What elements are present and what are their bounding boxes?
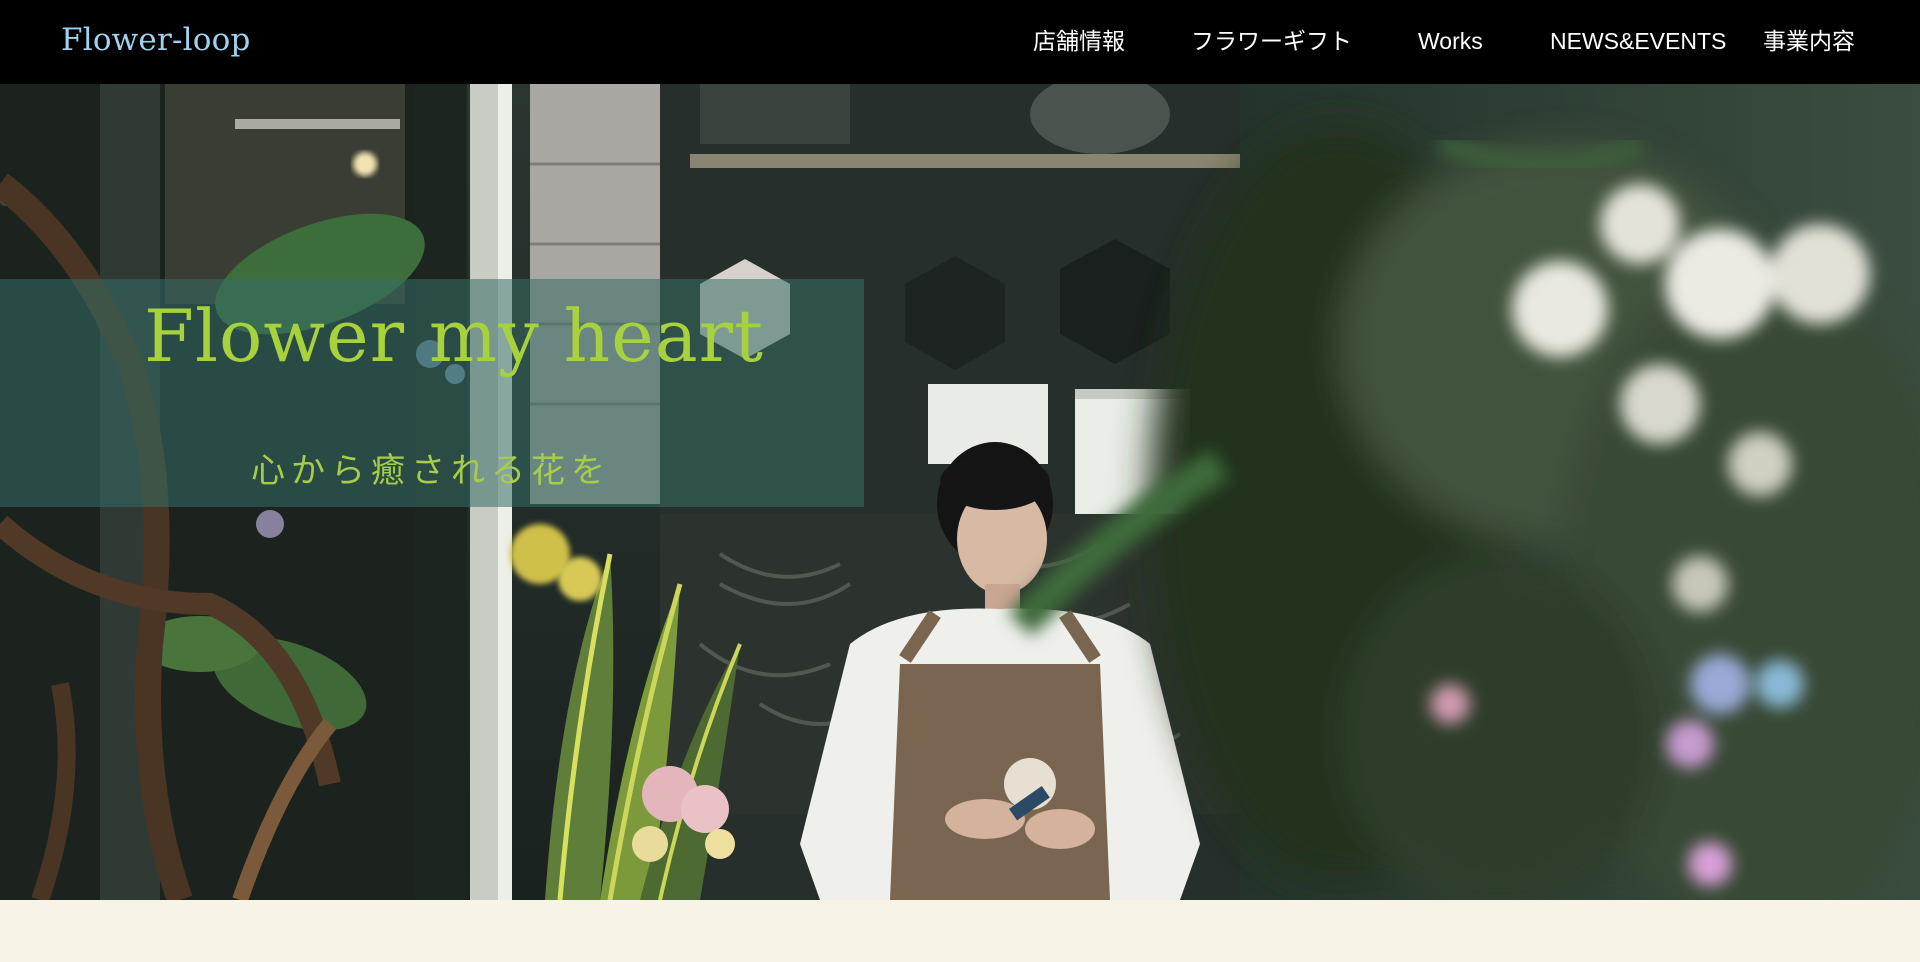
page: Flower-loop 店舗情報 フラワーギフト Works NEWS&EVEN… xyxy=(0,0,1920,962)
nav-item-flower-gift[interactable]: フラワーギフト xyxy=(1191,26,1352,56)
hero-section: Flower my heart 心から癒される花を xyxy=(0,84,1920,900)
nav-item-works[interactable]: Works xyxy=(1418,26,1483,56)
hero-title: Flower my heart xyxy=(144,294,764,378)
main-nav: 店舗情報 フラワーギフト Works NEWS&EVENTS 事業内容 xyxy=(0,26,1920,56)
site-header: Flower-loop 店舗情報 フラワーギフト Works NEWS&EVEN… xyxy=(0,0,1920,84)
nav-item-store-info[interactable]: 店舗情報 xyxy=(1033,26,1125,56)
content-section xyxy=(0,900,1920,962)
nav-item-business[interactable]: 事業内容 xyxy=(1763,26,1855,56)
nav-item-news-events[interactable]: NEWS&EVENTS xyxy=(1550,26,1726,56)
hero-subtitle: 心から癒される花を xyxy=(251,451,611,491)
